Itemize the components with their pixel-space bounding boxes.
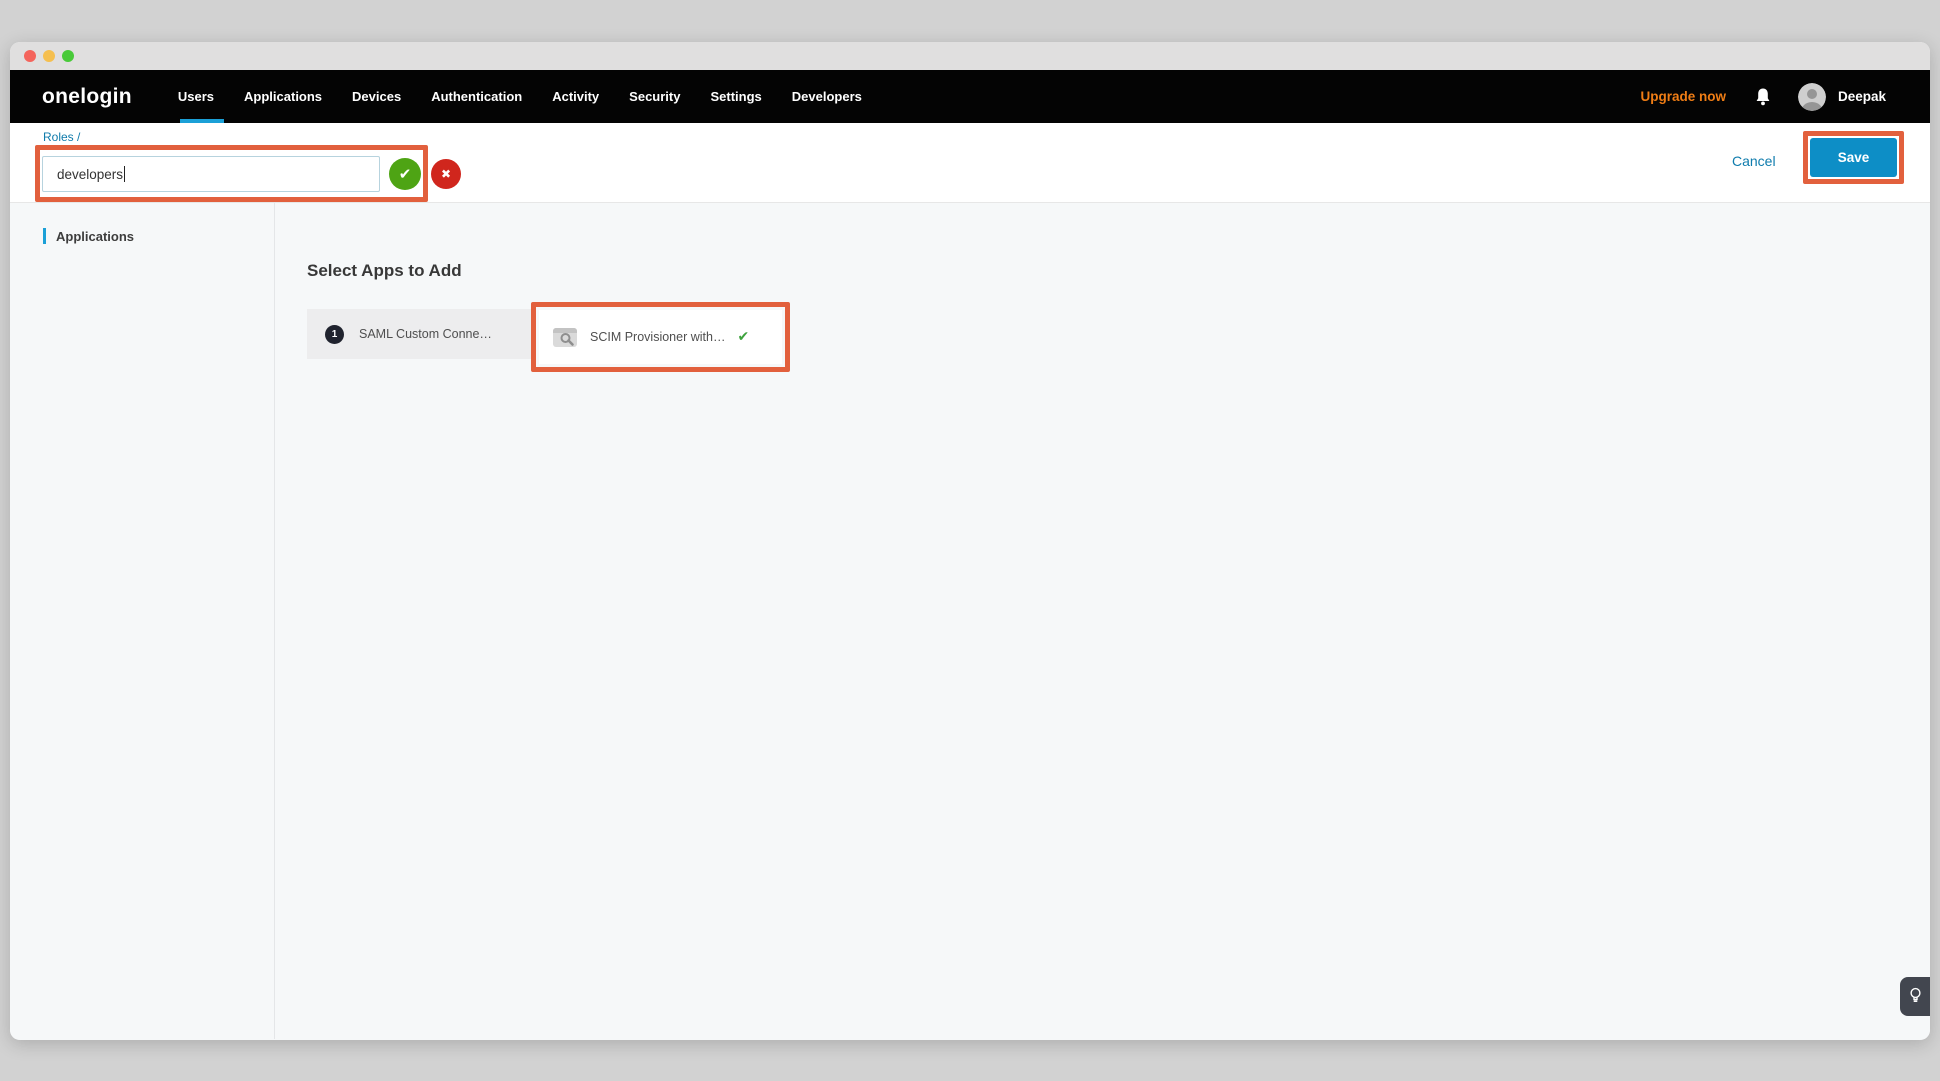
- nav-right-group: Upgrade now Deepak: [1640, 83, 1886, 111]
- breadcrumb[interactable]: Roles /: [43, 130, 80, 144]
- confirm-rename-button[interactable]: ✔: [389, 158, 421, 190]
- app-name-label: SCIM Provisioner with…: [590, 330, 725, 344]
- highlight-rect-save: Save: [1803, 131, 1904, 184]
- highlight-rect-scim-tile: SCIM Provisioner with… ✔: [531, 302, 790, 372]
- nav-tab-users[interactable]: Users: [178, 70, 214, 123]
- page-title: Select Apps to Add: [307, 261, 1930, 281]
- user-avatar[interactable]: [1798, 83, 1826, 111]
- upgrade-now-link[interactable]: Upgrade now: [1640, 89, 1726, 104]
- app-badge: 1: [325, 325, 344, 344]
- nav-tab-settings[interactable]: Settings: [710, 70, 761, 123]
- zoom-window-button[interactable]: [62, 50, 74, 62]
- sidebar: Applications: [10, 203, 275, 1039]
- window-titlebar: [10, 42, 1930, 70]
- scim-app-icon: [553, 328, 577, 347]
- text-caret: [124, 166, 125, 182]
- role-name-input[interactable]: developers: [42, 156, 380, 192]
- active-item-marker: [43, 228, 46, 244]
- lightbulb-icon: [1909, 987, 1922, 1006]
- nav-tab-activity[interactable]: Activity: [552, 70, 599, 123]
- app-window: onelogin Users Applications Devices Auth…: [10, 42, 1930, 1040]
- nav-tab-developers[interactable]: Developers: [792, 70, 862, 123]
- nav-items: Users Applications Devices Authenticatio…: [178, 70, 862, 123]
- user-name-label: Deepak: [1838, 89, 1886, 104]
- sidebar-item-label: Applications: [56, 229, 134, 244]
- nav-tab-security[interactable]: Security: [629, 70, 680, 123]
- app-name-label: SAML Custom Conne…: [359, 327, 492, 341]
- role-name-value: developers: [57, 167, 123, 182]
- cancel-rename-button[interactable]: ✖: [431, 159, 461, 189]
- nav-tab-applications[interactable]: Applications: [244, 70, 322, 123]
- close-window-button[interactable]: [24, 50, 36, 62]
- minimize-window-button[interactable]: [43, 50, 55, 62]
- nav-tab-authentication[interactable]: Authentication: [431, 70, 522, 123]
- notifications-bell-icon[interactable]: [1754, 87, 1772, 107]
- hint-lightbulb-button[interactable]: [1900, 977, 1930, 1016]
- app-tile-scim[interactable]: SCIM Provisioner with… ✔: [539, 310, 782, 364]
- content-area: Applications Select Apps to Add 1 SAML C…: [10, 203, 1930, 1039]
- top-navbar: onelogin Users Applications Devices Auth…: [10, 70, 1930, 123]
- selected-check-icon: ✔: [737, 329, 749, 345]
- app-tile-row: 1 SAML Custom Conne… SCIM Provisioner wi…: [307, 302, 1930, 372]
- onelogin-logo: onelogin: [42, 85, 132, 109]
- main-panel: Select Apps to Add 1 SAML Custom Conne…: [275, 203, 1930, 1039]
- save-button[interactable]: Save: [1810, 138, 1897, 177]
- sidebar-item-applications[interactable]: Applications: [43, 228, 274, 244]
- nav-tab-devices[interactable]: Devices: [352, 70, 401, 123]
- cancel-link[interactable]: Cancel: [1732, 153, 1776, 169]
- app-tile-saml[interactable]: 1 SAML Custom Conne…: [307, 309, 531, 359]
- role-header: Roles / developers ✔ ✖ Cancel Save: [10, 123, 1930, 203]
